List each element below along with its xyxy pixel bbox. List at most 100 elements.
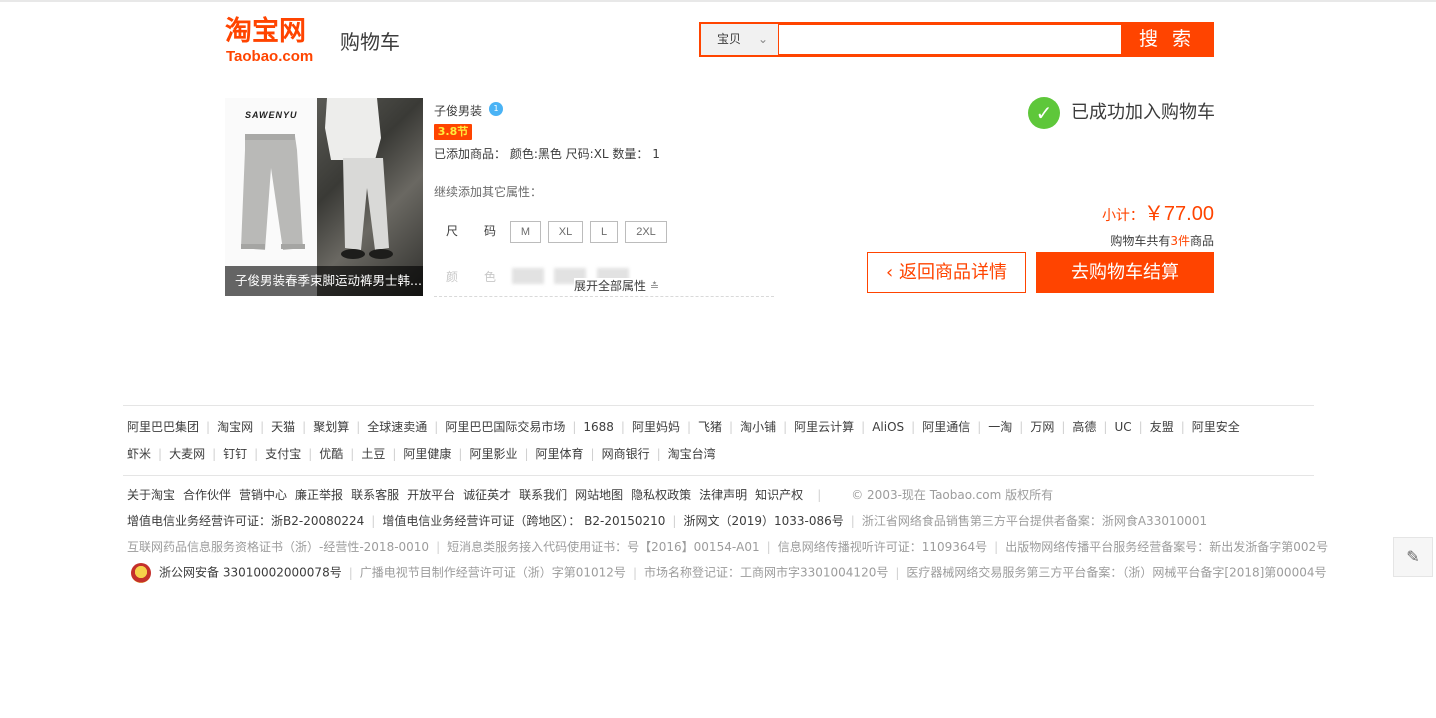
license-text[interactable]: 增值电信业务经营许可证（跨地区）： B2-20150210 — [382, 514, 665, 528]
about-link[interactable]: 关于淘宝 — [127, 488, 175, 502]
footer-link[interactable]: 1688 — [583, 420, 614, 434]
chevron-down-icon: ⌄ — [757, 32, 768, 46]
search-input[interactable] — [779, 25, 1121, 54]
product-image[interactable]: SAWENYU 子俊男装春季束脚运动裤男士韩... — [225, 98, 423, 296]
search-type-select[interactable]: 宝贝 ⌄ — [701, 24, 778, 55]
about-link[interactable]: 联系客服 — [351, 488, 399, 502]
police-badge-icon — [131, 563, 151, 583]
footer-link[interactable]: 一淘 — [988, 420, 1012, 434]
size-attr-label-1: 尺 — [446, 224, 459, 238]
cart-count-prefix: 购物车共有 — [1110, 234, 1171, 248]
footer-link[interactable]: 阿里巴巴集团 — [127, 420, 199, 434]
footer-link[interactable]: 大麦网 — [169, 447, 205, 461]
footer-link[interactable]: 阿里通信 — [922, 420, 970, 434]
about-link[interactable]: 开放平台 — [407, 488, 455, 502]
footer-link[interactable]: 全球速卖通 — [367, 420, 427, 434]
taobao-logo[interactable]: 淘宝网 Taobao.com — [225, 16, 331, 66]
about-link[interactable]: 营销中心 — [239, 488, 287, 502]
subtotal: 小计：￥77.00 — [1102, 202, 1214, 228]
color-attr-label-2: 色 — [484, 270, 497, 284]
cart-count-suffix: 商品 — [1189, 234, 1214, 248]
footer-link[interactable]: 淘小铺 — [740, 420, 776, 434]
license-text[interactable]: 增值电信业务经营许可证：浙B2-20080224 — [127, 514, 364, 528]
shop-name-link[interactable]: 子俊男装 — [434, 102, 482, 120]
footer-link[interactable]: 飞猪 — [698, 420, 722, 434]
license-text: 浙江省网络食品销售第三方平台提供者备案：浙网食A33010001 — [861, 514, 1208, 528]
about-link[interactable]: 网站地图 — [575, 488, 623, 502]
footer-link[interactable]: 钉钉 — [223, 447, 247, 461]
about-link[interactable]: 知识产权 — [755, 488, 803, 502]
pants-illustration — [241, 134, 305, 250]
license-text[interactable]: 浙公网安备 33010002000078号 — [159, 566, 342, 580]
success-message: 已成功加入购物车 — [1071, 102, 1215, 123]
license-text[interactable]: 广播电视节目制作经营许可证（浙）字第01012号 — [360, 566, 626, 580]
promo-badge: 3.8节 — [434, 124, 472, 140]
page-title: 购物车 — [340, 30, 400, 54]
added-item-info: 已添加商品： 颜色:黑色 尺码:XL 数量： 1 — [434, 147, 660, 161]
footer-link[interactable]: 优酷 — [319, 447, 343, 461]
footer-link[interactable]: 阿里安全 — [1192, 420, 1240, 434]
footer-link[interactable]: 网商银行 — [602, 447, 650, 461]
license-text: 短消息类服务接入代码使用证书：号【2016】00154-A01 — [447, 540, 760, 554]
license-row-3: 浙公网安备 33010002000078号 | 广播电视节目制作经营许可证（浙）字第… — [127, 563, 1326, 583]
color-option[interactable] — [512, 268, 544, 284]
license-text[interactable]: 市场名称登记证：工商网市字3301004120号 — [644, 566, 888, 580]
license-text[interactable]: 出版物网络传播平台服务经营备案号：新出发浙备字第002号 — [1005, 540, 1328, 554]
color-attr-label-1: 颜 — [446, 270, 459, 284]
footer-link[interactable]: 高德 — [1072, 420, 1096, 434]
footer-link[interactable]: 友盟 — [1150, 420, 1174, 434]
double-chevron-down-icon: ≛ — [649, 280, 660, 293]
license-text[interactable]: 信息网络传播视听许可证：1109364号 — [778, 540, 987, 554]
license-text[interactable]: 医疗器械网络交易服务第三方平台备案：（浙）网械平台备字[2018]第00004号 — [906, 566, 1326, 580]
size-option-m[interactable]: M — [510, 221, 541, 243]
logo-english-text: Taobao.com — [226, 48, 314, 65]
product-image-caption: 子俊男装春季束脚运动裤男士韩... — [225, 266, 423, 296]
cart-count-value: 3件 — [1170, 234, 1190, 248]
about-link[interactable]: 联系我们 — [519, 488, 567, 502]
license-row-2: 互联网药品信息服务资格证书（浙）-经营性-2018-0010 | 短消息类服务接入代… — [127, 540, 1329, 554]
top-divider — [0, 0, 1436, 2]
footer-link[interactable]: 天猫 — [271, 420, 295, 434]
footer-about-row: 关于淘宝 合作伙伴 营销中心 廉正举报 联系客服 开放平台 诚征英才 联系我们 网站地图 隐私权政… — [127, 488, 1054, 502]
about-link[interactable]: 法律声明 — [699, 488, 747, 502]
footer-link[interactable]: UC — [1114, 420, 1131, 434]
footer-link[interactable]: 阿里妈妈 — [632, 420, 680, 434]
size-option-xl[interactable]: XL — [548, 221, 583, 243]
footer-link[interactable]: 阿里影业 — [469, 447, 517, 461]
footer-link[interactable]: 淘宝台湾 — [668, 447, 716, 461]
footer-link[interactable]: 阿里体育 — [536, 447, 584, 461]
checkout-button[interactable]: 去购物车结算 — [1036, 252, 1214, 293]
subtotal-label: 小计： — [1101, 208, 1144, 224]
about-link[interactable]: 隐私权政策 — [631, 488, 691, 502]
about-link[interactable]: 合作伙伴 — [183, 488, 231, 502]
pencil-icon: ✎ — [1406, 547, 1420, 566]
footer-link[interactable]: 支付宝 — [265, 447, 301, 461]
size-option-2xl[interactable]: 2XL — [625, 221, 667, 243]
attributes-divider — [434, 296, 774, 297]
footer-link[interactable]: 阿里巴巴国际交易市场 — [445, 420, 565, 434]
check-circle-icon: ✓ — [1028, 97, 1060, 129]
about-link[interactable]: 廉正举报 — [295, 488, 343, 502]
expand-attributes-label: 展开全部属性 — [574, 279, 647, 293]
footer-divider-bottom — [123, 475, 1314, 476]
license-text[interactable]: 浙网文（2019）1033-086号 — [683, 514, 843, 528]
feedback-button[interactable]: ✎ — [1393, 537, 1433, 577]
footer-link[interactable]: 土豆 — [361, 447, 385, 461]
copyright-text: © 2003-现在 Taobao.com 版权所有 — [851, 488, 1054, 502]
footer-link[interactable]: 虾米 — [127, 447, 151, 461]
footer-link[interactable]: 淘宝网 — [217, 420, 253, 434]
license-text[interactable]: 互联网药品信息服务资格证书（浙）-经营性-2018-0010 — [127, 540, 429, 554]
footer-link[interactable]: 阿里云计算 — [794, 420, 854, 434]
footer-link[interactable]: 聚划算 — [313, 420, 349, 434]
expand-attributes-button[interactable]: 展开全部属性 ≛ — [574, 278, 662, 295]
footer-link[interactable]: AliOS — [872, 420, 904, 434]
size-option-l[interactable]: L — [590, 221, 618, 243]
footer-link[interactable]: 阿里健康 — [403, 447, 451, 461]
search-button[interactable]: 搜 索 — [1122, 24, 1212, 55]
search-bar: 宝贝 ⌄ 搜 索 — [699, 22, 1214, 57]
back-to-item-label: 返回商品详情 — [898, 262, 1007, 283]
about-link[interactable]: 诚征英才 — [463, 488, 511, 502]
search-type-label: 宝贝 — [717, 32, 742, 46]
back-to-item-button[interactable]: ‹ 返回商品详情 — [867, 252, 1026, 293]
footer-link[interactable]: 万网 — [1030, 420, 1054, 434]
